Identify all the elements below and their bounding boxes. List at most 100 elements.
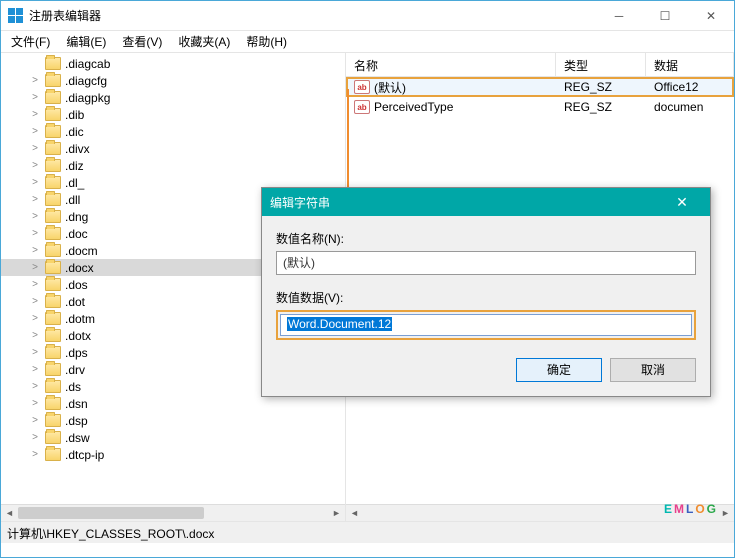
minimize-button[interactable]: ─	[596, 1, 642, 31]
expand-icon[interactable]: >	[29, 228, 41, 239]
value-data: documen	[648, 100, 732, 114]
dialog-close-button[interactable]: ✕	[662, 194, 702, 211]
list-body: ab(默认)REG_SZOffice12abPerceivedTypeREG_S…	[346, 77, 734, 117]
tree-item[interactable]: > .divx	[1, 140, 345, 157]
tree-item-label: .doc	[65, 227, 88, 241]
expand-icon[interactable]: >	[29, 262, 41, 273]
expand-icon[interactable]: >	[29, 245, 41, 256]
tree-item-label: .dos	[65, 278, 88, 292]
ok-button[interactable]: 确定	[516, 358, 602, 382]
value-type: REG_SZ	[558, 80, 648, 94]
tree-item[interactable]: > .dib	[1, 106, 345, 123]
value-type: REG_SZ	[558, 100, 648, 114]
string-value-icon: ab	[354, 80, 370, 94]
expand-icon[interactable]: >	[29, 398, 41, 409]
expand-icon[interactable]: >	[29, 177, 41, 188]
menu-favorites[interactable]: 收藏夹(A)	[172, 31, 236, 52]
expand-icon[interactable]: >	[29, 381, 41, 392]
expand-icon[interactable]: >	[29, 449, 41, 460]
tree-item[interactable]: >.dic	[1, 123, 345, 140]
folder-icon	[45, 244, 61, 257]
folder-icon	[45, 363, 61, 376]
expand-icon[interactable]: >	[29, 194, 41, 205]
tree-item[interactable]: > .diagpkg	[1, 89, 345, 106]
tree-item-label: .dotx	[65, 329, 91, 343]
expand-icon[interactable]: >	[29, 330, 41, 341]
list-row[interactable]: ab(默认)REG_SZOffice12	[346, 77, 734, 97]
tree-item[interactable]: >.diagcfg	[1, 72, 345, 89]
window-controls: ─ ☐ ✕	[596, 1, 734, 31]
tree-item-label: .ds	[65, 380, 81, 394]
menu-help[interactable]: 帮助(H)	[240, 31, 293, 52]
expand-icon[interactable]: >	[29, 432, 41, 443]
expand-icon[interactable]: >	[29, 279, 41, 290]
expand-icon[interactable]: >	[29, 126, 41, 137]
expand-icon[interactable]: >	[29, 415, 41, 426]
tree-item-label: .dtcp-ip	[65, 448, 104, 462]
expand-icon[interactable]: >	[29, 160, 41, 171]
tree-item[interactable]: >.dsw	[1, 429, 345, 446]
folder-icon	[45, 210, 61, 223]
folder-icon	[45, 176, 61, 189]
expand-icon[interactable]: >	[29, 296, 41, 307]
folder-icon	[45, 346, 61, 359]
tree-item-label: .dib	[65, 108, 84, 122]
tree-item-label: .drv	[65, 363, 85, 377]
tree-item-label: .dsn	[65, 397, 88, 411]
expand-icon[interactable]: >	[29, 347, 41, 358]
folder-icon	[45, 397, 61, 410]
maximize-button[interactable]: ☐	[642, 1, 688, 31]
value-data-input[interactable]: Word.Document.12	[280, 314, 692, 336]
titlebar: 注册表编辑器 ─ ☐ ✕	[1, 1, 734, 31]
value-name: PerceivedType	[374, 100, 453, 114]
col-name[interactable]: 名称	[346, 53, 556, 76]
expand-icon[interactable]: >	[29, 92, 41, 103]
expand-icon[interactable]: >	[29, 75, 41, 86]
col-data[interactable]: 数据	[646, 53, 734, 76]
menu-edit[interactable]: 编辑(E)	[60, 31, 112, 52]
value-data: Office12	[648, 80, 732, 94]
folder-icon	[45, 91, 61, 104]
tree-item[interactable]: > .dtcp-ip	[1, 446, 345, 463]
scroll-left-icon[interactable]: ◄	[346, 505, 363, 521]
watermark-logo: EMLOG	[664, 478, 718, 523]
folder-icon	[45, 227, 61, 240]
menu-view[interactable]: 查看(V)	[116, 31, 168, 52]
scroll-right-icon[interactable]: ►	[328, 505, 345, 521]
string-value-icon: ab	[354, 100, 370, 114]
scroll-thumb[interactable]	[18, 507, 204, 519]
tree-item-label: .dl_	[65, 176, 84, 190]
tree-item-label: .diagpkg	[65, 91, 110, 105]
folder-icon	[45, 431, 61, 444]
tree-item[interactable]: >.dsp	[1, 412, 345, 429]
expand-icon[interactable]: >	[29, 211, 41, 222]
dialog-titlebar[interactable]: 编辑字符串 ✕	[262, 188, 710, 216]
statusbar: 计算机\HKEY_CLASSES_ROOT\.docx	[1, 521, 734, 543]
tree-item[interactable]: > .dsn	[1, 395, 345, 412]
app-icon	[7, 8, 23, 24]
expand-icon[interactable]: >	[29, 313, 41, 324]
scroll-left-icon[interactable]: ◄	[1, 505, 18, 521]
menu-file[interactable]: 文件(F)	[5, 31, 56, 52]
close-button[interactable]: ✕	[688, 1, 734, 31]
folder-icon	[45, 159, 61, 172]
value-name-input[interactable]: (默认)	[276, 251, 696, 275]
tree-item-label: .divx	[65, 142, 90, 156]
expand-icon[interactable]: >	[29, 143, 41, 154]
tree-hscrollbar[interactable]: ◄ ►	[1, 504, 345, 521]
scroll-right-icon[interactable]: ►	[717, 505, 734, 521]
folder-icon	[45, 448, 61, 461]
list-row[interactable]: ab PerceivedType REG_SZdocumen	[346, 97, 734, 117]
tree-item[interactable]: >.diz	[1, 157, 345, 174]
tree-item[interactable]: .diagcab	[1, 55, 345, 72]
cancel-button[interactable]: 取消	[610, 358, 696, 382]
col-type[interactable]: 类型	[556, 53, 646, 76]
folder-icon	[45, 295, 61, 308]
tree-item-label: .dps	[65, 346, 88, 360]
dialog-buttons: 确定 取消	[276, 354, 696, 382]
folder-icon	[45, 108, 61, 121]
folder-icon	[45, 278, 61, 291]
expand-icon[interactable]: >	[29, 364, 41, 375]
expand-icon[interactable]: >	[29, 109, 41, 120]
folder-icon	[45, 312, 61, 325]
